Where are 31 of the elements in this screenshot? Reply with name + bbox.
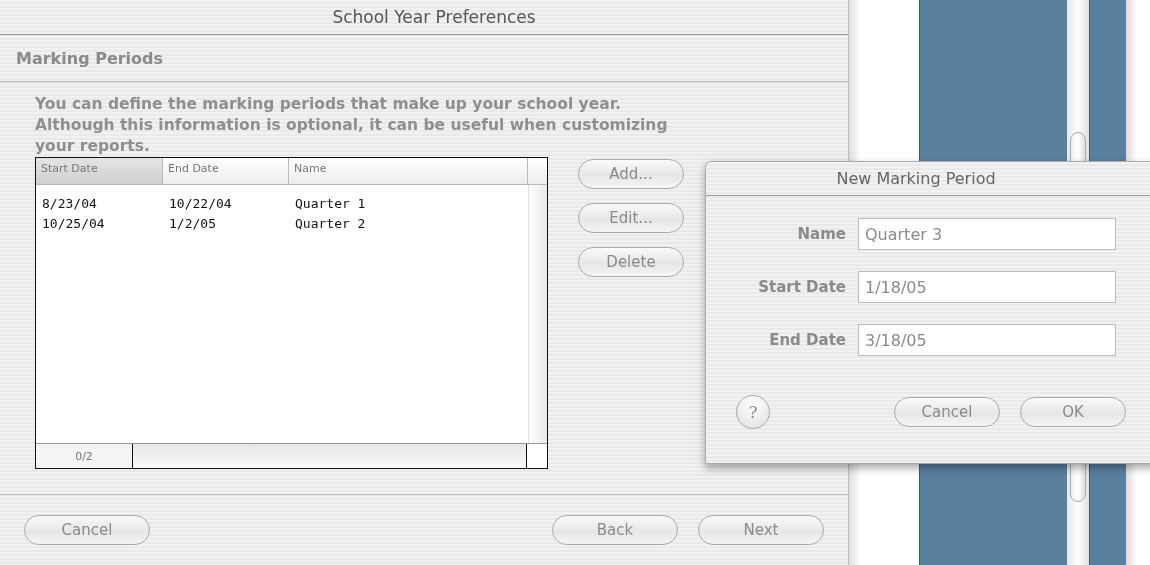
table-cell-text: 8/23/04 [41, 195, 98, 211]
record-count: 0/2 [36, 444, 133, 468]
table-cell-text: 1/2/05 [168, 215, 217, 231]
horizontal-scrollbar[interactable] [133, 444, 526, 468]
navigation-button[interactable]: Next [698, 515, 824, 545]
input-field[interactable]: 3/18/05 [858, 324, 1116, 356]
help-button[interactable]: ? [736, 395, 770, 429]
column-header[interactable]: Start Date [36, 158, 163, 184]
table-action-button[interactable]: Delete [578, 247, 684, 277]
vertical-scrollbar[interactable] [528, 185, 547, 443]
field-label: End Date [769, 331, 846, 349]
table-cell-text: Quarter 2 [294, 215, 367, 231]
field-label: Start Date [758, 278, 846, 296]
input-field[interactable]: 1/18/05 [858, 271, 1116, 303]
section-title: Marking Periods [16, 48, 164, 68]
dialog-title: New Marking Period [836, 169, 997, 188]
dialog-button[interactable]: Cancel [894, 397, 1000, 427]
field-label: Name [797, 225, 846, 243]
cancel-button[interactable]: Cancel [24, 515, 150, 545]
window-title: School Year Preferences [331, 7, 536, 27]
input-field[interactable]: Quarter 3 [858, 218, 1116, 250]
description: You can define the marking periods that make up your school year. Although this information is optional, it can be useful when customizing your reports. [35, 94, 669, 157]
table-cell-text: Quarter 1 [294, 195, 367, 211]
table-cell-text: 10/25/04 [41, 215, 106, 231]
table-cell-text: 10/22/04 [168, 195, 233, 211]
table-action-button[interactable]: Edit... [578, 203, 684, 233]
navigation-button[interactable]: Back [552, 515, 678, 545]
dialog-button[interactable]: OK [1020, 397, 1126, 427]
column-header[interactable]: Name [289, 158, 528, 184]
column-header[interactable]: End Date [163, 158, 289, 184]
table-action-button[interactable]: Add... [578, 159, 684, 189]
